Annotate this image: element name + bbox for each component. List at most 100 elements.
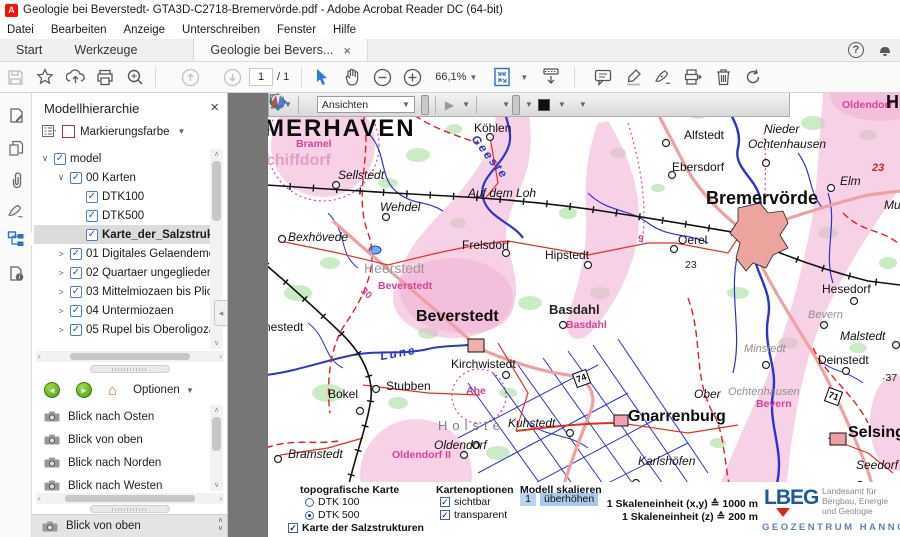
menu-item[interactable]: Hilfe — [333, 24, 356, 36]
tree-checkbox[interactable]: ✓ — [54, 153, 66, 165]
tree-expander-icon[interactable]: > — [56, 306, 66, 316]
page-thumbnails-panel-icon[interactable] — [6, 138, 26, 158]
tree-item-05 Rupel bis Oberoligozaen[interactable]: >✓05 Rupel bis Oberoligozaen — [34, 320, 210, 339]
tree-item-Karte_der_Salzstrukturen[interactable]: ✓Karte_der_Salzstrukturen — [34, 225, 210, 244]
next-view-button[interactable]: ► — [76, 382, 92, 398]
scrollbar-thumb[interactable] — [212, 417, 221, 451]
rotate-button[interactable] — [738, 64, 768, 90]
tree-horizontal-scrollbar[interactable]: ‹› — [36, 351, 224, 362]
help-icon[interactable]: ? — [848, 42, 864, 58]
menu-item[interactable]: Anzeige — [123, 24, 165, 36]
tree-checkbox[interactable]: ✓ — [86, 229, 98, 241]
current-view-bar[interactable]: Blick von oben ∧∨ — [32, 514, 227, 537]
chevron-down-icon[interactable]: ▼ — [502, 100, 510, 109]
tree-expander-icon[interactable]: > — [56, 268, 66, 278]
scroll-up-icon[interactable]: ∧ — [210, 149, 223, 160]
chevron-down-icon[interactable]: ▼ — [579, 100, 587, 109]
model-tree-panel-icon[interactable] — [6, 229, 26, 249]
search-icon[interactable] — [120, 64, 150, 90]
chevron-down-icon[interactable]: ▼ — [177, 127, 185, 136]
menu-item[interactable]: Unterschreiben — [182, 24, 260, 36]
save-button[interactable] — [0, 64, 30, 90]
star-button[interactable] — [30, 64, 60, 90]
sign-button[interactable] — [648, 64, 678, 90]
fit-caret-icon[interactable]: ▼ — [520, 73, 528, 82]
render-mode-button[interactable] — [483, 95, 489, 115]
tree-expander-icon[interactable]: > — [56, 325, 66, 335]
bell-icon[interactable] — [878, 43, 892, 57]
lighting-button[interactable] — [512, 95, 520, 115]
tab-document[interactable]: Geologie bei Bevers... × — [193, 39, 368, 61]
scroll-down-icon[interactable]: ∨ — [210, 338, 223, 349]
tree-checkbox[interactable]: ✓ — [86, 191, 98, 203]
previous-page-button[interactable] — [175, 64, 205, 90]
menu-item[interactable]: Fenster — [277, 24, 316, 36]
scale-value-input[interactable]: 1 — [520, 493, 536, 506]
radio-dtk100[interactable]: DTK 100 — [305, 496, 359, 508]
tree-item-00 Karten[interactable]: ∨✓00 Karten — [34, 168, 210, 187]
cross-section-button[interactable] — [568, 95, 574, 115]
delete-pages-button[interactable] — [708, 64, 738, 90]
tab-start[interactable]: Start — [0, 39, 58, 61]
tree-item-DTK100[interactable]: ✓DTK100 — [34, 187, 210, 206]
zoom-in-button[interactable] — [397, 64, 427, 90]
views-dropdown[interactable]: Ansichten▼ — [317, 96, 415, 113]
tree-checkbox[interactable]: ✓ — [70, 286, 82, 298]
scroll-left-icon[interactable]: ‹ — [38, 352, 41, 361]
tree-checkbox[interactable]: ✓ — [70, 248, 82, 260]
tree-item-03 Mittelmiozaen bis Pliozae[interactable]: >✓03 Mittelmiozaen bis Pliozae — [34, 282, 210, 301]
background-color-button[interactable] — [535, 95, 553, 115]
marker-color-label[interactable]: Markierungsfarbe — [80, 126, 169, 138]
extra-options-cube-button[interactable] — [491, 95, 497, 115]
tree-item-02 Quartaer ungegliedert[interactable]: >✓02 Quartaer ungegliedert — [34, 263, 210, 282]
zoom-caret-icon[interactable]: ▼ — [469, 73, 477, 82]
panel-splitter-handle[interactable] — [90, 505, 170, 513]
tree-checkbox[interactable]: ✓ — [86, 210, 98, 222]
scroll-down-icon[interactable]: ∨ — [210, 480, 223, 491]
view-item[interactable]: Blick nach Osten — [36, 405, 208, 428]
play-animation-button[interactable]: ▶ — [442, 95, 457, 115]
chevron-down-icon[interactable]: ▼ — [462, 100, 470, 109]
view-item[interactable]: Blick nach Westen — [36, 474, 208, 493]
scrolling-mode-button[interactable] — [536, 64, 566, 90]
scroll-left-icon[interactable]: ‹ — [38, 494, 41, 503]
document-properties-panel-icon[interactable]: i — [6, 263, 26, 283]
tree-checkbox[interactable]: ✓ — [70, 267, 82, 279]
panel-splitter-handle[interactable] — [90, 365, 170, 373]
view-spinner[interactable]: ∧∨ — [218, 517, 223, 533]
tree-expander-icon[interactable]: > — [56, 287, 66, 297]
visible-checkbox[interactable]: ✓sichtbar — [440, 496, 491, 508]
chevron-down-icon[interactable]: ▼ — [525, 100, 533, 109]
fit-page-button[interactable] — [487, 64, 517, 90]
scrollbar-thumb[interactable] — [212, 161, 221, 221]
signatures-panel-icon[interactable] — [6, 201, 26, 221]
tree-expander-icon[interactable]: ∨ — [40, 153, 50, 164]
options-menu-button[interactable]: Optionen ▼ — [133, 384, 194, 396]
tree-item-model[interactable]: ∨✓model — [34, 149, 210, 168]
chevron-down-icon[interactable]: ▼ — [558, 100, 566, 109]
previous-view-button[interactable]: ◄ — [44, 382, 60, 398]
home-view-icon[interactable]: ⌂ — [108, 383, 117, 398]
tab-werkzeuge[interactable]: Werkzeuge — [58, 39, 153, 61]
attachments-panel-icon[interactable] — [6, 170, 26, 190]
tree-checkbox[interactable]: ✓ — [70, 172, 82, 184]
tree-expander-icon[interactable]: > — [56, 249, 66, 259]
tree-item-04 Untermiozaen[interactable]: >✓04 Untermiozaen — [34, 301, 210, 320]
model-tree-toggle-button[interactable] — [421, 95, 429, 115]
scroll-right-icon[interactable]: › — [219, 494, 222, 503]
marker-color-swatch[interactable] — [62, 125, 75, 138]
export-sign-panel-icon[interactable] — [6, 105, 26, 125]
views-horizontal-scrollbar[interactable]: ‹› — [36, 493, 224, 504]
default-view-home-button[interactable] — [305, 95, 311, 115]
hand-tool-button[interactable] — [337, 64, 367, 90]
zoom-out-button[interactable] — [367, 64, 397, 90]
menu-item[interactable]: Bearbeiten — [51, 24, 107, 36]
page-number-input[interactable]: 1 — [249, 68, 273, 86]
close-icon[interactable]: × — [343, 43, 351, 58]
next-page-button[interactable] — [217, 64, 247, 90]
view-item[interactable]: Blick nach Norden — [36, 451, 208, 474]
tree-checkbox[interactable]: ✓ — [70, 324, 82, 336]
pdf-3d-map[interactable]: MERHAVENBramelchiffdorfKöhlenSellstedtGe… — [268, 93, 900, 537]
views-vertical-scrollbar[interactable]: ∧ ∨ — [210, 405, 223, 491]
view-item[interactable]: Blick von oben — [36, 428, 208, 451]
